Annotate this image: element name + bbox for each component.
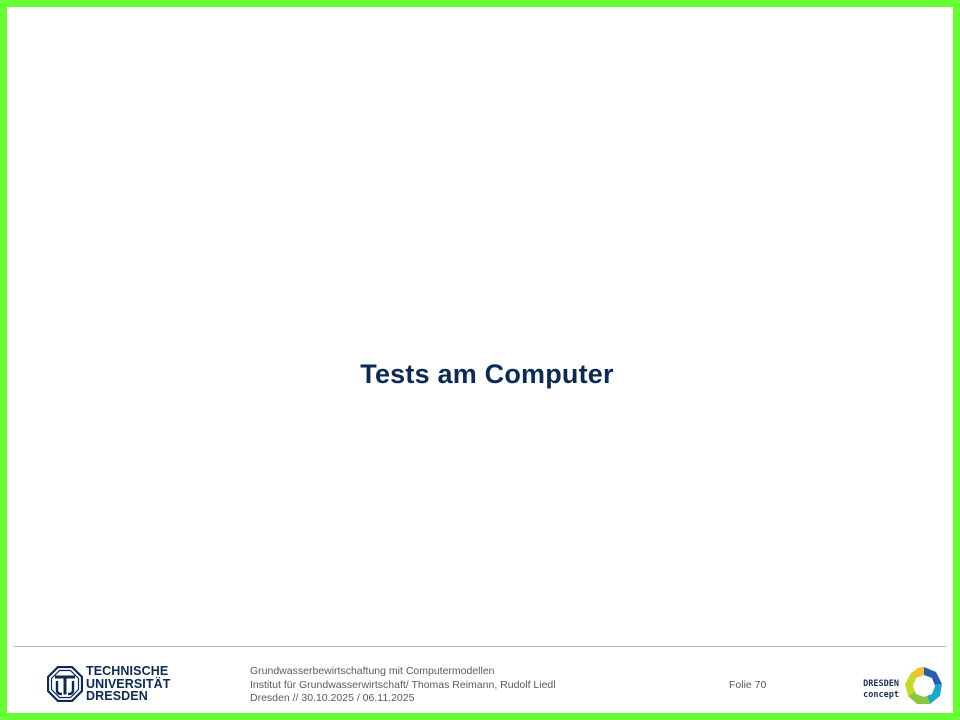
footer-institute: Institut für Grundwasserwirtschaft/ Thom…	[250, 678, 556, 691]
footer-divider	[14, 646, 946, 647]
dresden-concept-line: concept	[863, 690, 899, 700]
dresden-concept-line: DRESDEN	[863, 679, 899, 689]
tu-emblem-icon	[47, 666, 83, 702]
dresden-concept-logo: DRESDEN concept	[853, 665, 947, 707]
slide-frame: Tests am Computer TECHNISCHE UNIVERSITÄT…	[0, 0, 960, 720]
tu-logo-line: DRESDEN	[86, 689, 148, 703]
slide-number: Folie 70	[729, 679, 767, 691]
tu-logo-line: TECHNISCHE	[86, 664, 169, 678]
footer-date: Dresden // 30.10.2025 / 06.11.2025	[250, 692, 415, 704]
dresden-concept-wordmark: DRESDEN concept	[853, 679, 899, 701]
tu-logo-text: TECHNISCHE UNIVERSITÄT DRESDEN	[86, 665, 170, 703]
footer-course: Grundwasserbewirtschaftung mit Computerm…	[250, 665, 495, 677]
dresden-concept-emblem-icon	[905, 667, 942, 704]
footer-info: Grundwasserbewirtschaftung mit Computerm…	[250, 665, 556, 706]
slide-title: Tests am Computer	[360, 359, 614, 389]
tu-dresden-logo: TECHNISCHE UNIVERSITÄT DRESDEN	[47, 664, 177, 706]
